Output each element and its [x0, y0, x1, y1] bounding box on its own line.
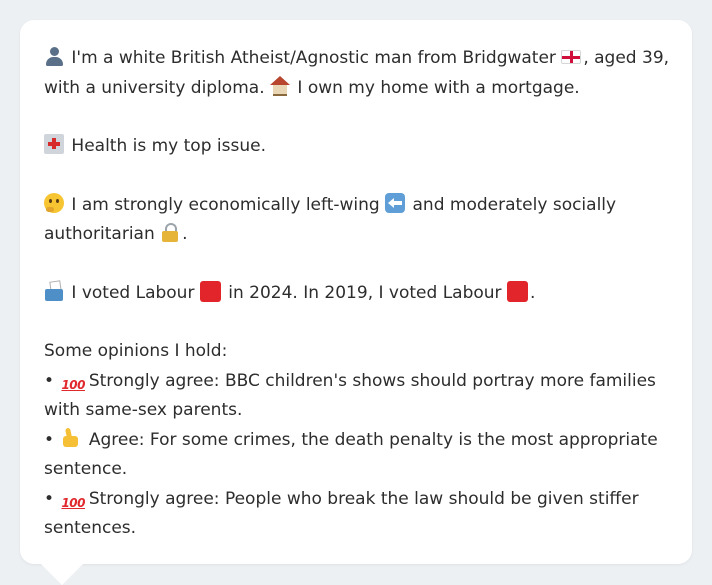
hospital-icon	[44, 134, 64, 154]
left-arrow-icon	[385, 192, 406, 213]
bullet: •	[44, 429, 55, 450]
intro-text-1: I'm a white British Atheist/Agnostic man…	[71, 48, 556, 68]
bullet: •	[44, 370, 55, 391]
lock-icon	[160, 222, 180, 242]
politics-text-1: I am strongly economically left-wing	[71, 194, 380, 215]
intro-paragraph: I'm a white British Atheist/Agnostic man…	[44, 44, 676, 103]
hundred-icon: 100	[61, 495, 85, 510]
opinion-text: Strongly agree: BBC children's shows sho…	[44, 370, 656, 421]
house-icon	[270, 75, 290, 96]
bullet: •	[44, 488, 55, 509]
ballot-box-icon	[44, 281, 64, 301]
voting-text-1: I voted Labour	[71, 282, 195, 303]
voting-text-3: .	[529, 282, 536, 303]
opinion-text: Strongly agree: People who break the law…	[44, 488, 639, 539]
intro-text-3: I own my home with a mortgage.	[297, 77, 580, 98]
health-text: Health is my top issue.	[71, 136, 266, 156]
opinion-item: • Agree: For some crimes, the death pena…	[44, 426, 676, 485]
profile-content: I'm a white British Atheist/Agnostic man…	[44, 44, 676, 544]
health-paragraph: Health is my top issue.	[44, 132, 676, 162]
opinion-text: Agree: For some crimes, the death penalt…	[44, 429, 658, 480]
speech-bubble-pointer	[40, 563, 84, 585]
opinion-item: • 100 Strongly agree: BBC children's sho…	[44, 367, 676, 426]
person-icon	[44, 46, 64, 66]
politics-paragraph: I am strongly economically left-wing and…	[44, 191, 676, 250]
hundred-icon: 100	[61, 377, 85, 392]
red-square-icon	[199, 280, 221, 302]
england-flag-icon	[561, 50, 582, 64]
voting-text-2: in 2024. In 2019, I voted Labour	[228, 282, 502, 303]
thumbs-up-icon	[61, 428, 81, 448]
red-square-icon	[506, 280, 528, 302]
politics-text-3: .	[182, 224, 188, 244]
thinking-face-icon	[44, 192, 64, 213]
opinions-heading: Some opinions I hold:	[44, 341, 228, 361]
opinion-item: • 100 Strongly agree: People who break t…	[44, 485, 676, 544]
voting-paragraph: I voted Labour in 2024. In 2019, I voted…	[44, 279, 676, 309]
